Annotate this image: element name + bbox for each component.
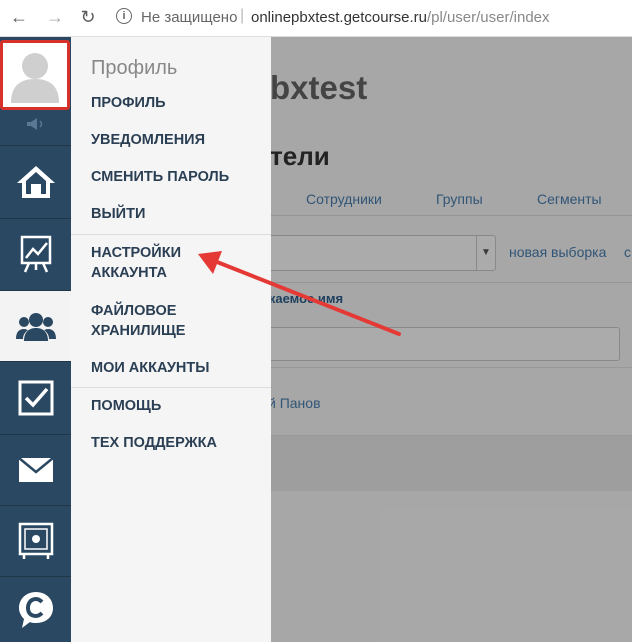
menu-item-notifications[interactable]: УВЕДОМЛЕНИЯ xyxy=(91,130,205,150)
users-icon xyxy=(15,313,56,341)
profile-menu: Профиль ПРОФИЛЬ УВЕДОМЛЕНИЯ СМЕНИТЬ ПАРО… xyxy=(71,37,271,642)
reload-icon[interactable]: ↻ xyxy=(77,6,99,28)
safe-icon xyxy=(18,522,53,559)
info-icon[interactable]: i xyxy=(116,8,132,24)
speaker-icon[interactable] xyxy=(0,113,71,135)
menu-item-change-password[interactable]: СМЕНИТЬ ПАРОЛЬ xyxy=(91,167,229,187)
sidebar-item-getcourse[interactable] xyxy=(0,577,71,642)
sidebar-item-home[interactable] xyxy=(0,145,71,219)
url-path: /pl/user/user/index xyxy=(426,9,550,26)
url-host: onlinepbxtest.getcourse.ru xyxy=(251,9,427,26)
menu-item-profile[interactable]: ПРОФИЛЬ xyxy=(91,93,166,113)
menu-title: Профиль xyxy=(91,57,178,79)
sidebar-item-tasks[interactable] xyxy=(0,362,71,435)
getcourse-logo-icon xyxy=(18,591,53,628)
sidebar-item-messages[interactable] xyxy=(0,435,71,506)
chart-icon xyxy=(20,235,51,273)
menu-item-my-accounts[interactable]: МОИ АККАУНТЫ xyxy=(91,358,209,378)
menu-item-help[interactable]: ПОМОЩЬ xyxy=(91,396,161,416)
menu-item-tech-support[interactable]: ТЕХ ПОДДЕРЖКА xyxy=(91,433,217,453)
menu-item-file-storage[interactable]: ФАЙЛОВОЕ ХРАНИЛИЩЕ xyxy=(91,301,185,341)
checkbox-icon xyxy=(18,380,53,416)
avatar-icon xyxy=(11,53,59,103)
browser-toolbar: ← → ↻ i Не защищено | onlinepbxtest.getc… xyxy=(0,0,632,37)
sidebar-item-users[interactable] xyxy=(0,291,71,362)
address-bar[interactable]: onlinepbxtest.getcourse.ru/pl/user/user/… xyxy=(251,9,550,26)
menu-item-logout[interactable]: ВЫЙТИ xyxy=(91,204,145,224)
back-arrow-icon[interactable]: ← xyxy=(8,6,30,28)
profile-avatar-button[interactable] xyxy=(0,40,70,110)
icon-sidebar xyxy=(0,37,71,642)
forward-arrow-icon[interactable]: → xyxy=(44,6,66,28)
home-icon xyxy=(16,166,55,198)
sidebar-item-sales[interactable] xyxy=(0,506,71,577)
sidebar-item-reports[interactable] xyxy=(0,218,71,291)
menu-divider xyxy=(71,234,271,235)
menu-divider xyxy=(71,387,271,388)
url-separator: | xyxy=(240,7,245,24)
not-secure-label: Не защищено xyxy=(141,9,238,26)
menu-item-account-settings[interactable]: НАСТРОЙКИ АККАУНТА xyxy=(91,243,181,283)
mail-icon xyxy=(17,457,54,482)
